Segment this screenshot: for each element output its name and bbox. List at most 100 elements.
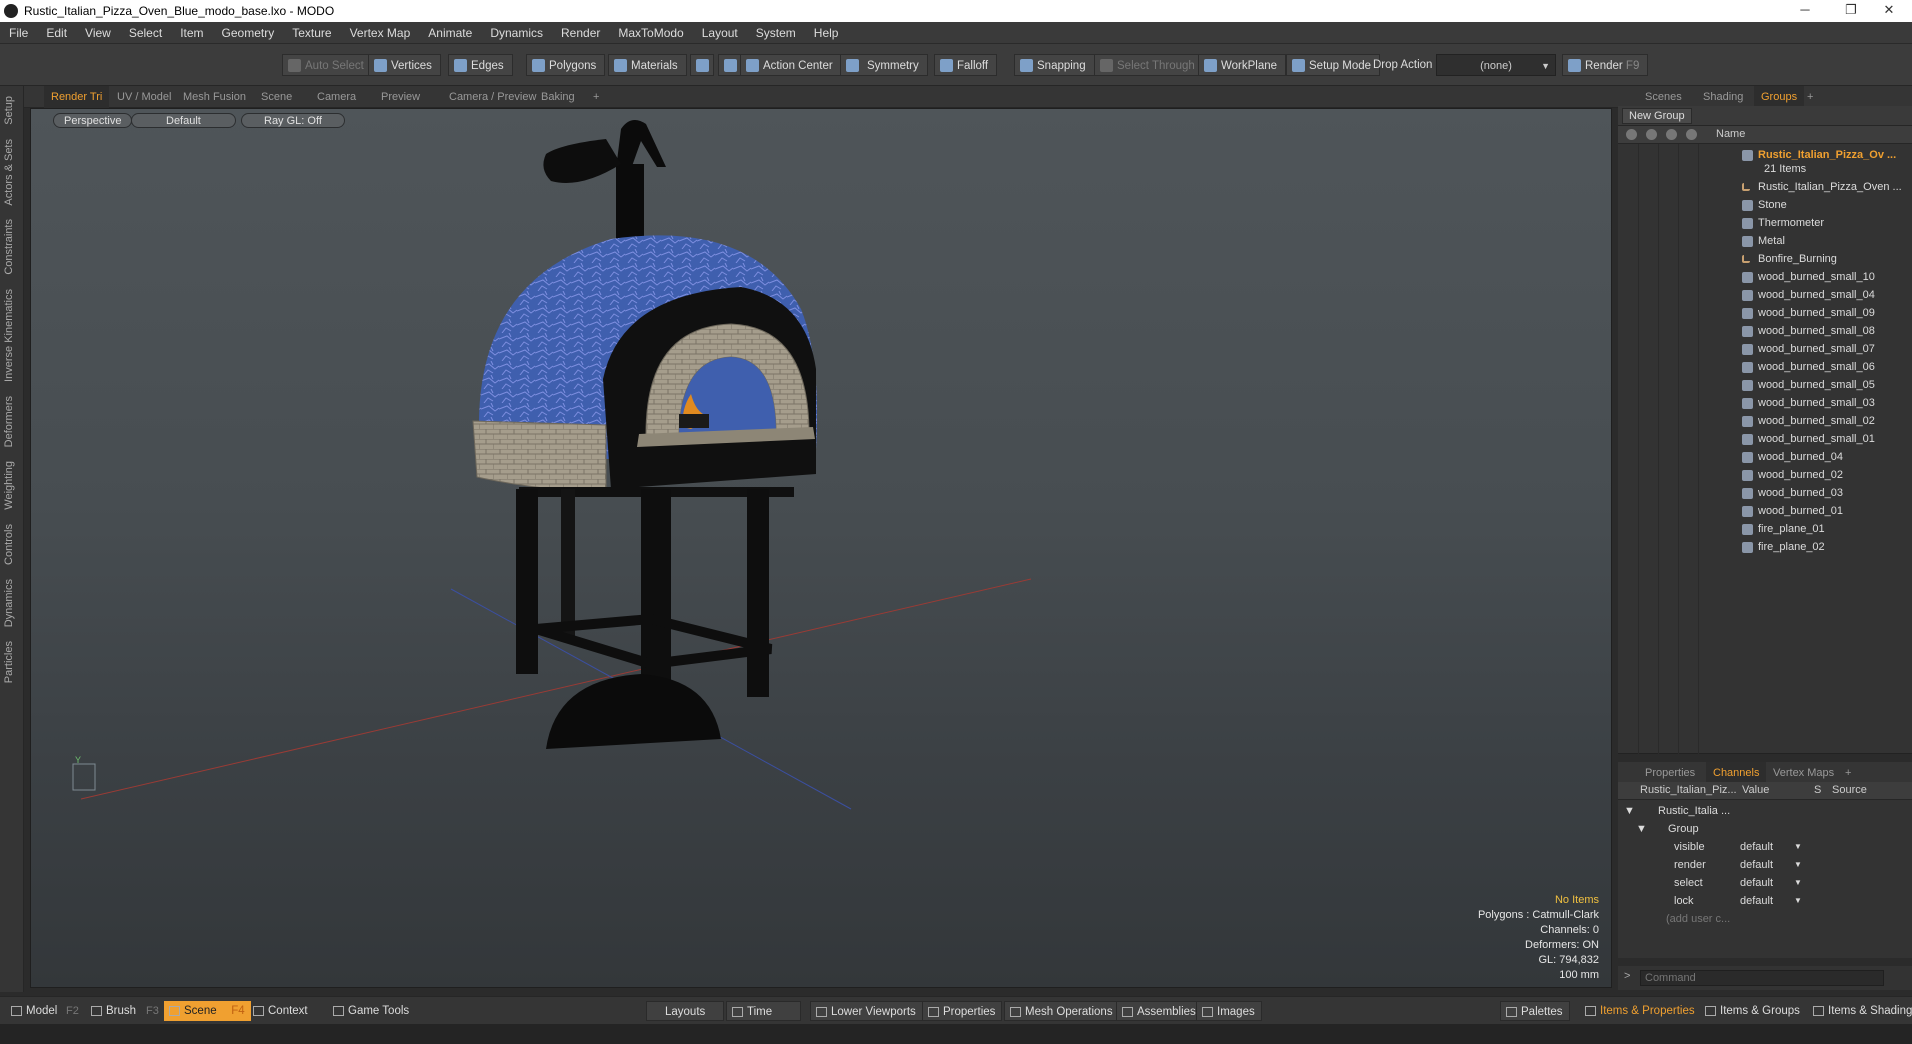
menu-texture[interactable]: Texture <box>283 22 340 44</box>
mesh-operations-button[interactable]: Mesh Operations <box>1004 1001 1120 1021</box>
tab-render-tri[interactable]: Render Tri <box>44 86 110 108</box>
transform-toggle-button[interactable] <box>690 54 714 76</box>
channel-value[interactable]: default <box>1740 874 1773 892</box>
tab-particles[interactable]: Particles <box>3 637 21 687</box>
edges-button[interactable]: Edges <box>448 54 513 76</box>
list-item[interactable]: wood_burned_small_02 <box>1618 412 1912 430</box>
menu-select[interactable]: Select <box>120 22 171 44</box>
items-properties-button[interactable]: Items & Properties <box>1580 1001 1701 1021</box>
channel-group-row[interactable]: ▼ Group <box>1618 820 1912 838</box>
tab-vertex-maps[interactable]: Vertex Maps <box>1766 762 1841 784</box>
list-item[interactable]: wood_burned_small_05 <box>1618 376 1912 394</box>
channel-value[interactable]: default <box>1740 856 1773 874</box>
list-item[interactable]: Bonfire_Burning <box>1618 250 1912 268</box>
menu-view[interactable]: View <box>76 22 120 44</box>
list-item[interactable]: Metal <box>1618 232 1912 250</box>
add-props-tab-button[interactable]: + <box>1838 762 1858 784</box>
chevron-down-icon[interactable]: ▼ <box>1794 856 1802 874</box>
chevron-down-icon[interactable]: ▼ <box>1794 838 1802 856</box>
render-toggle-icon[interactable] <box>1646 129 1657 140</box>
list-item[interactable]: wood_burned_small_10 <box>1618 268 1912 286</box>
menu-maxtomodo[interactable]: MaxToModo <box>609 22 692 44</box>
tab-weighting[interactable]: Weighting <box>3 457 21 514</box>
list-item[interactable]: wood_burned_03 <box>1618 484 1912 502</box>
lock-icon[interactable] <box>1666 129 1677 140</box>
list-item[interactable]: wood_burned_02 <box>1618 466 1912 484</box>
shading-default-button[interactable]: Default <box>131 113 236 128</box>
list-item[interactable]: wood_burned_small_07 <box>1618 340 1912 358</box>
tab-camera-preview[interactable]: Camera / Preview <box>442 86 543 108</box>
list-item[interactable]: wood_burned_01 <box>1618 502 1912 520</box>
tab-baking[interactable]: Baking <box>534 86 582 108</box>
add-user-channel-row[interactable]: (add user c... <box>1618 910 1912 928</box>
tab-channels[interactable]: Channels <box>1706 762 1767 784</box>
channel-value[interactable]: default <box>1740 838 1773 856</box>
tab-shading[interactable]: Shading <box>1696 86 1750 108</box>
auto-select-button[interactable]: Auto Select <box>282 54 373 76</box>
images-button[interactable]: Images <box>1196 1001 1262 1021</box>
tab-mesh-fusion[interactable]: Mesh Fusion <box>176 86 253 108</box>
tab-deformers[interactable]: Deformers <box>3 392 21 451</box>
perspective-button[interactable]: Perspective <box>53 113 133 128</box>
time-button[interactable]: Time <box>726 1001 802 1021</box>
list-item[interactable]: wood_burned_04 <box>1618 448 1912 466</box>
new-group-button[interactable]: New Group <box>1622 108 1692 124</box>
tab-camera[interactable]: Camera <box>310 86 363 108</box>
chevron-down-icon[interactable]: ▼ <box>1794 892 1802 910</box>
select-toggle-icon[interactable] <box>1686 129 1697 140</box>
items-groups-button[interactable]: Items & Groups <box>1700 1001 1806 1021</box>
menu-geometry[interactable]: Geometry <box>213 22 284 44</box>
properties-button[interactable]: Properties <box>922 1001 1003 1021</box>
channel-value[interactable]: default <box>1740 892 1773 910</box>
menu-dynamics[interactable]: Dynamics <box>481 22 552 44</box>
menu-file[interactable]: File <box>0 22 37 44</box>
collapse-icon[interactable]: ▼ <box>1624 802 1635 820</box>
tab-groups[interactable]: Groups <box>1754 86 1805 108</box>
menu-system[interactable]: System <box>747 22 805 44</box>
palettes-button[interactable]: Palettes <box>1500 1001 1570 1021</box>
menu-item[interactable]: Item <box>171 22 212 44</box>
menu-animate[interactable]: Animate <box>419 22 481 44</box>
tab-setup[interactable]: Setup <box>3 92 21 129</box>
menu-edit[interactable]: Edit <box>37 22 76 44</box>
eye-icon[interactable] <box>1626 129 1637 140</box>
element-toggle-button[interactable] <box>718 54 742 76</box>
tab-constraints[interactable]: Constraints <box>3 215 21 279</box>
tab-scene[interactable]: Scene <box>254 86 299 108</box>
3d-viewport[interactable]: Perspective Default Ray GL: Off Y No Ite… <box>30 108 1612 988</box>
add-right-tab-button[interactable]: + <box>1800 86 1820 108</box>
model-layout-button[interactable]: Model <box>6 1001 63 1021</box>
chevron-down-icon[interactable]: ▼ <box>1794 874 1802 892</box>
context-button[interactable]: Context <box>248 1001 314 1021</box>
menu-help[interactable]: Help <box>805 22 848 44</box>
tab-scenes[interactable]: Scenes <box>1638 86 1689 108</box>
list-item[interactable]: wood_burned_small_03 <box>1618 394 1912 412</box>
lower-viewports-button[interactable]: Lower Viewports <box>810 1001 923 1021</box>
falloff-button[interactable]: Falloff <box>934 54 998 76</box>
tab-properties[interactable]: Properties <box>1638 762 1702 784</box>
tab-dynamics[interactable]: Dynamics <box>3 575 21 631</box>
scene-layout-button[interactable]: Scene F4 <box>164 1001 251 1021</box>
workplane-button[interactable]: WorkPlane <box>1198 54 1287 76</box>
select-through-button[interactable]: Select Through <box>1094 54 1204 76</box>
list-item[interactable]: wood_burned_small_01 <box>1618 430 1912 448</box>
raygl-button[interactable]: Ray GL: Off <box>241 113 345 128</box>
channel-row[interactable]: render default ▼ <box>1618 856 1912 874</box>
menu-render[interactable]: Render <box>552 22 609 44</box>
minimize-button[interactable]: ─ <box>1782 0 1828 22</box>
list-item[interactable]: wood_burned_small_09 <box>1618 304 1912 322</box>
materials-button[interactable]: Materials <box>608 54 687 76</box>
drop-action-select[interactable]: (none) ▼ <box>1436 54 1556 76</box>
list-item[interactable]: wood_burned_small_06 <box>1618 358 1912 376</box>
list-item[interactable]: wood_burned_small_04 <box>1618 286 1912 304</box>
close-button[interactable]: ✕ <box>1866 0 1912 22</box>
list-item[interactable]: Rustic_Italian_Pizza_Oven ... <box>1618 178 1912 196</box>
render-button[interactable]: Render F9 <box>1562 54 1649 76</box>
items-shading-button[interactable]: Items & Shading <box>1808 1001 1912 1021</box>
tab-controls[interactable]: Controls <box>3 520 21 569</box>
vertices-button[interactable]: Vertices <box>368 54 441 76</box>
action-center-button[interactable]: Action Center <box>740 54 842 76</box>
symmetry-button[interactable]: Symmetry <box>840 54 928 76</box>
list-item[interactable]: Stone <box>1618 196 1912 214</box>
game-tools-button[interactable]: Game Tools <box>328 1001 415 1021</box>
